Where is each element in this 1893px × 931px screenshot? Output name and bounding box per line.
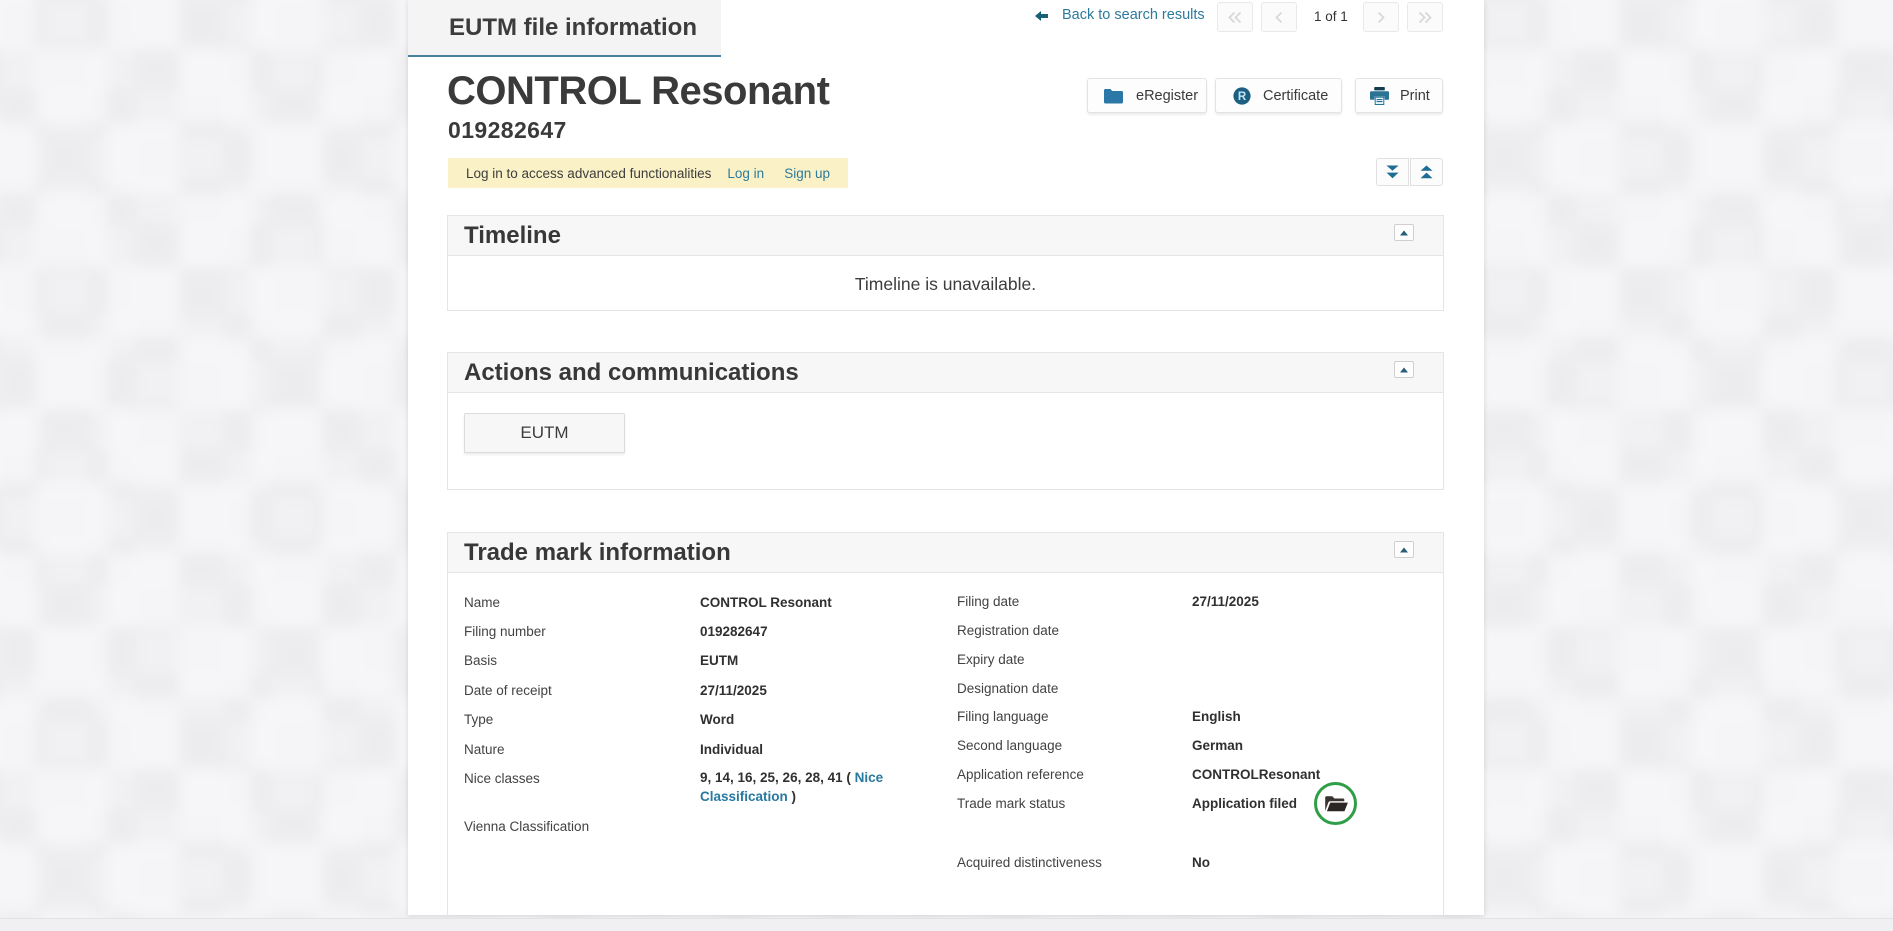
svg-text:R: R — [1238, 91, 1247, 103]
